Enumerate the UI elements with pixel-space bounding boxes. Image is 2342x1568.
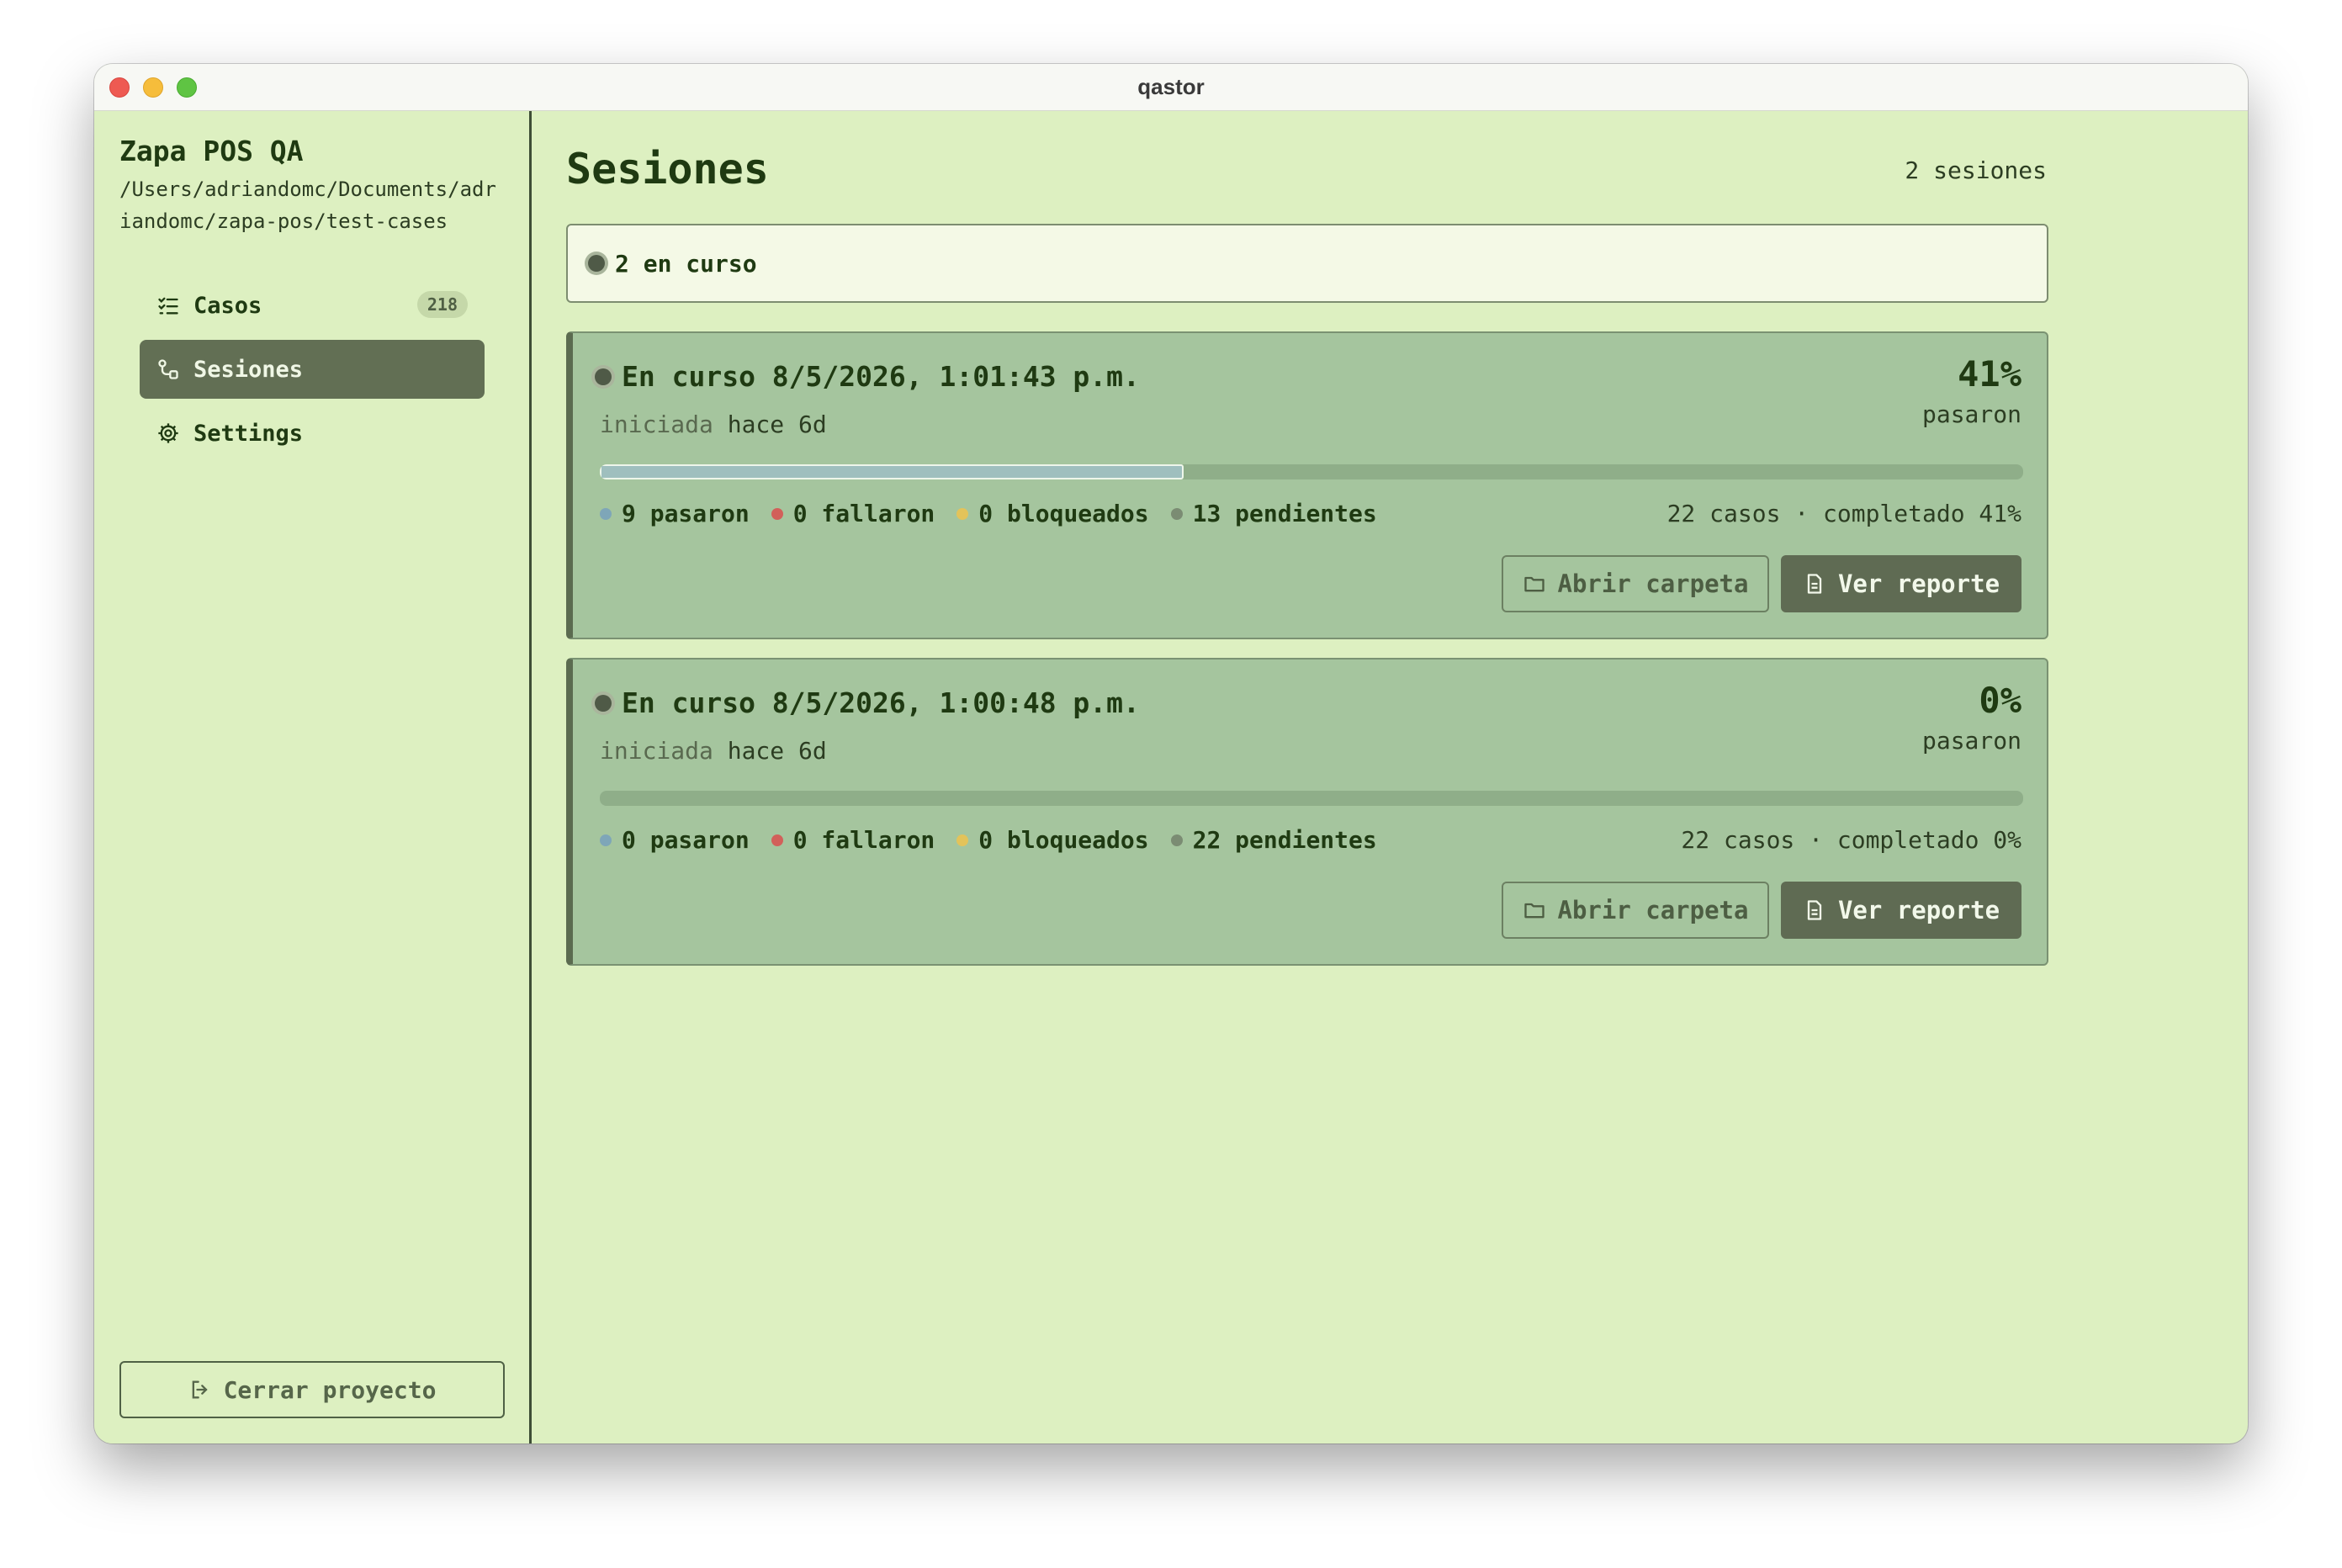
session-stats: 9 pasaron 0 fallaron 0 bloqueados 13 pen… [600,500,1377,527]
view-report-label: Ver reporte [1837,569,2000,598]
session-title: En curso 8/5/2026, 1:01:43 p.m. [622,360,1140,393]
status-filter[interactable]: 2 en curso [566,224,2048,303]
close-window-button[interactable] [109,77,130,98]
pending-dot-icon [1170,507,1183,520]
stat-passed: 0 pasaron [600,826,750,854]
failed-dot-icon [771,834,783,846]
project-name: Zapa POS QA [119,135,304,167]
open-folder-button[interactable]: Abrir carpeta [1502,882,1769,939]
sessions-count: 2 sesiones [1905,156,2047,184]
passed-dot-icon [600,507,612,520]
stat-failed: 0 fallaron [771,826,935,854]
filter-label: 2 en curso [615,249,757,278]
open-folder-button[interactable]: Abrir carpeta [1502,555,1769,612]
session-summary: 22 casos · completado 41% [1666,500,2021,527]
started-label: iniciada [600,737,713,765]
app-window: qastor Zapa POS QA /Users/adriandomc/Doc… [94,64,2248,1444]
document-icon [1807,900,1822,920]
view-report-button[interactable]: Ver reporte [1781,882,2021,939]
window-controls [109,77,197,98]
gear-icon [156,421,180,445]
open-folder-label: Abrir carpeta [1557,569,1749,598]
status-dot-icon [595,694,612,712]
stat-pending-label: 22 pendientes [1192,826,1377,854]
session-stats: 0 pasaron 0 fallaron 0 bloqueados 22 pen… [600,826,1377,854]
stat-failed-label: 0 fallaron [792,500,935,527]
session-summary: 22 casos · completado 0% [1681,826,2021,854]
stat-failed-label: 0 fallaron [792,826,935,854]
cases-count-badge: 218 [416,291,468,318]
title-bar: qastor [94,64,2248,111]
progress-fill [600,464,1184,479]
page-title: Sesiones [566,145,769,193]
session-started: iniciada hace 6d [600,411,827,438]
session-card[interactable]: En curso 8/5/2026, 1:00:48 p.m. iniciada… [566,658,2048,966]
sidebar-item-label: Sesiones [193,356,304,383]
started-label: iniciada [600,411,713,438]
pass-percent: 0% [1979,680,2021,721]
failed-dot-icon [771,507,783,520]
sidebar-item-sesiones[interactable]: Sesiones [140,340,485,399]
stat-blocked: 0 bloqueados [956,500,1149,527]
minimize-window-button[interactable] [143,77,163,98]
stat-passed-label: 9 pasaron [622,500,750,527]
folder-icon [1523,903,1545,919]
started-time: hace 6d [727,411,827,438]
logout-icon [192,1380,208,1399]
stat-passed-label: 0 pasaron [622,826,750,854]
stat-pending: 22 pendientes [1170,826,1377,854]
checklist-icon [156,294,180,317]
stat-failed: 0 fallaron [771,500,935,527]
window-title: qastor [1137,74,1205,99]
pass-percent-label: pasaron [1921,400,2021,428]
pending-dot-icon [1170,834,1183,846]
pass-percent: 41% [1958,353,2021,395]
folder-icon [1523,576,1545,592]
main-content: Sesiones 2 sesiones 2 en curso En curso … [534,111,2248,1444]
sessions-icon [156,358,180,381]
maximize-window-button[interactable] [177,77,197,98]
stat-blocked-label: 0 bloqueados [978,500,1149,527]
passed-dot-icon [600,834,612,846]
stat-blocked-label: 0 bloqueados [978,826,1149,854]
stat-pending: 13 pendientes [1170,500,1377,527]
stat-passed: 9 pasaron [600,500,750,527]
sidebar-item-casos[interactable]: Casos 218 [140,276,485,335]
pass-percent-label: pasaron [1921,727,2021,755]
stat-pending-label: 13 pendientes [1192,500,1377,527]
status-dot-icon [595,368,612,385]
sidebar-item-label: Casos [193,292,262,319]
sidebar-item-label: Settings [193,420,304,447]
session-title: En curso 8/5/2026, 1:00:48 p.m. [622,686,1140,719]
sidebar-item-settings[interactable]: Settings [140,404,485,463]
close-project-label: Cerrar proyecto [223,1375,437,1404]
progress-bar [600,464,2023,479]
progress-bar [600,791,2023,806]
session-started: iniciada hace 6d [600,737,827,765]
project-path: /Users/adriandomc/Documents/adriandomc/z… [119,177,496,233]
view-report-button[interactable]: Ver reporte [1781,555,2021,612]
open-folder-label: Abrir carpeta [1557,896,1749,924]
view-report-label: Ver reporte [1837,896,2000,924]
sidebar-nav: Casos 218 Sesiones Settings [140,276,485,468]
blocked-dot-icon [956,507,969,520]
stat-blocked: 0 bloqueados [956,826,1149,854]
close-project-button[interactable]: Cerrar proyecto [119,1361,505,1418]
sidebar: Zapa POS QA /Users/adriandomc/Documents/… [94,111,532,1444]
session-card[interactable]: En curso 8/5/2026, 1:01:43 p.m. iniciada… [566,331,2048,639]
document-icon [1807,574,1822,594]
status-dot-icon [588,255,605,272]
blocked-dot-icon [956,834,969,846]
started-time: hace 6d [727,737,827,765]
